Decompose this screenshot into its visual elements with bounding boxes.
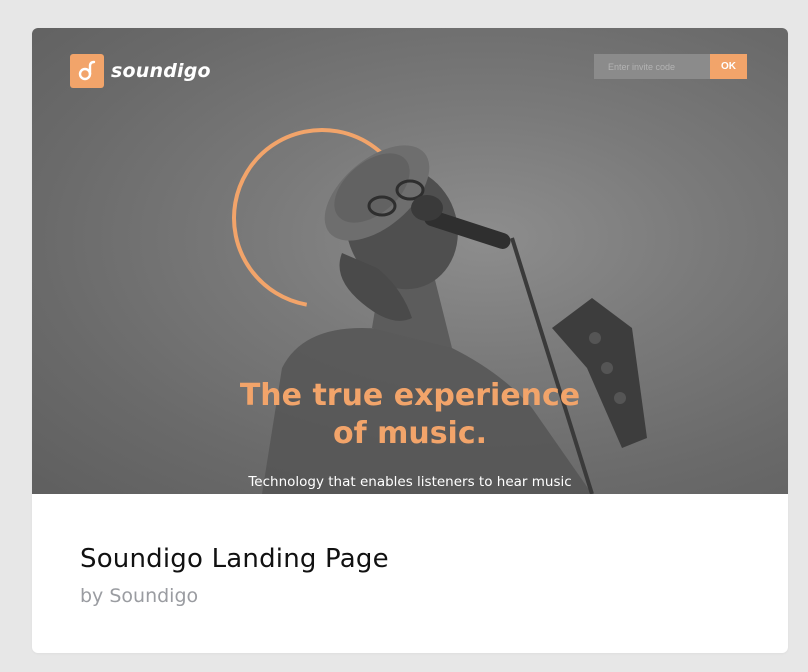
card-meta: Soundigo Landing Page by Soundigo [80, 542, 389, 608]
hero-headline-line1: The true experience [239, 378, 581, 413]
hero-headline: The true experience of music. [32, 377, 788, 453]
soundigo-logo-icon [70, 54, 104, 88]
invite-code-input[interactable] [594, 54, 710, 79]
project-card[interactable]: soundigo OK The true experience of music… [32, 28, 788, 653]
invite-form: OK [594, 54, 747, 79]
landing-page-preview[interactable]: soundigo OK The true experience of music… [32, 28, 788, 494]
brand-name: soundigo [111, 60, 211, 82]
hero-headline-line2: of music. [332, 416, 488, 451]
card-byline[interactable]: by Soundigo [80, 584, 389, 608]
hero-tagline: Technology that enables listeners to hea… [248, 474, 572, 490]
brand-logo[interactable]: soundigo [70, 54, 211, 88]
invite-ok-button[interactable]: OK [710, 54, 747, 79]
card-title[interactable]: Soundigo Landing Page [80, 542, 389, 576]
